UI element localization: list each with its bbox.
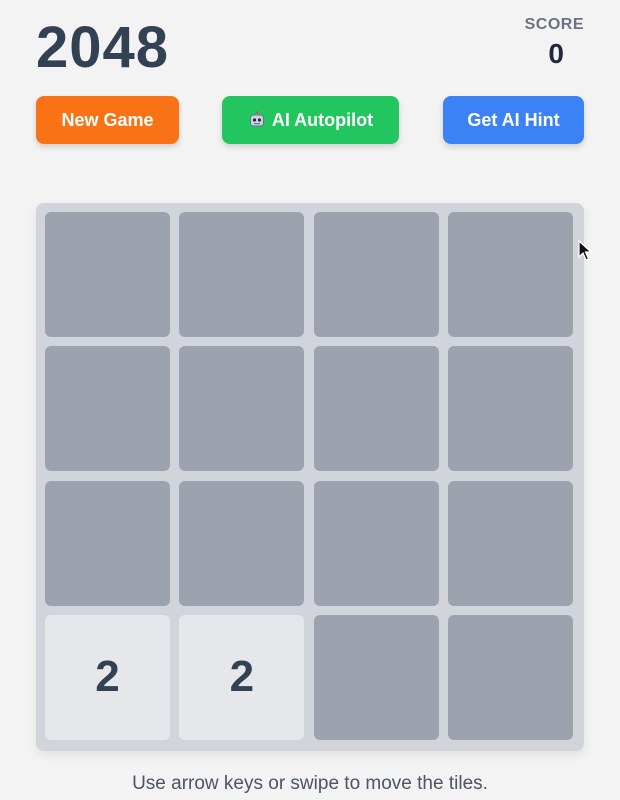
tile-r1-c3	[313, 212, 439, 337]
score-label: SCORE	[524, 16, 584, 33]
tile-r1-c2	[179, 212, 305, 337]
get-ai-hint-button[interactable]: Get AI Hint	[443, 96, 584, 144]
mouse-cursor-icon	[578, 240, 592, 261]
score-box: SCORE 0	[484, 16, 584, 70]
tile-r3-c3	[313, 480, 439, 606]
tile-r2-c3	[313, 346, 439, 472]
tile-r3-c4	[447, 480, 573, 606]
new-game-button[interactable]: New Game	[36, 96, 179, 144]
game-title: 2048	[36, 15, 170, 80]
tile-r3-c2	[179, 480, 305, 606]
ai-autopilot-label: AI Autopilot	[271, 109, 374, 130]
tile-r4-c3	[313, 614, 439, 740]
game-board[interactable]: 2 2	[36, 203, 584, 751]
tile-r1-c1	[45, 212, 170, 337]
get-ai-hint-label: Get AI Hint	[467, 109, 560, 130]
tile-r4-c1: 2	[45, 614, 170, 740]
tile-r2-c2	[179, 346, 305, 472]
tile-r2-c4	[447, 346, 573, 472]
tile-r3-c1	[45, 480, 170, 606]
score-value: 0	[548, 38, 564, 69]
tile-r1-c4	[447, 212, 573, 337]
tile-r4-c2: 2	[179, 614, 305, 740]
instructions-text: Use arrow keys or swipe to move the tile…	[132, 773, 488, 794]
new-game-label: New Game	[61, 109, 154, 130]
ai-autopilot-button[interactable]: AI Autopilot	[222, 96, 399, 144]
tile-r2-c1	[45, 346, 170, 472]
robot-icon	[249, 111, 264, 127]
tile-r4-c4	[447, 614, 573, 740]
